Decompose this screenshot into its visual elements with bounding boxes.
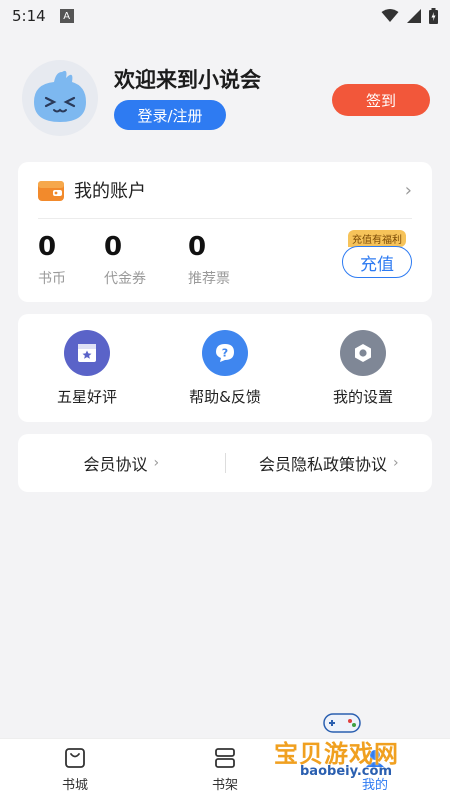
battery-icon: [429, 8, 438, 24]
menu-label: 帮助&反馈: [189, 388, 261, 406]
login-register-button[interactable]: 登录/注册: [114, 100, 226, 130]
stat-vouchers[interactable]: 0 代金券: [104, 232, 146, 288]
menu-item-rate[interactable]: 五星好评: [18, 314, 156, 422]
stat-recommend-tickets[interactable]: 0 推荐票: [188, 232, 230, 288]
signal-icon: [407, 9, 421, 23]
watermark-url: baobeiy.com: [300, 764, 392, 779]
tab-label: 书城: [61, 778, 88, 793]
sign-in-button[interactable]: 签到: [332, 84, 430, 116]
tab-label: 书架: [211, 778, 238, 793]
watermark-logo: 宝贝游戏网 baobeiy.com: [272, 708, 422, 788]
help-question-icon: ?: [202, 330, 248, 376]
svg-text:?: ?: [222, 347, 228, 360]
menu-item-settings[interactable]: 我的设置: [294, 314, 432, 422]
divider: [38, 218, 412, 219]
chevron-right-icon: ›: [392, 455, 399, 471]
recharge-promo-badge: 充值有福利: [348, 230, 406, 247]
notification-a-icon: A: [59, 9, 74, 23]
member-agreement-link[interactable]: 会员协议 ›: [18, 451, 225, 475]
account-title: 我的账户: [74, 181, 146, 202]
star-ticket-icon: [64, 330, 110, 376]
privacy-policy-link[interactable]: 会员隐私政策协议 ›: [226, 451, 433, 475]
shortcut-menu-card: 五星好评 ? 帮助&反馈 我的设置: [18, 314, 432, 422]
recharge-button[interactable]: 充值: [342, 246, 412, 278]
chevron-right-icon: ›: [153, 455, 160, 471]
tab-bookstore[interactable]: 书城: [0, 739, 150, 800]
stat-coins[interactable]: 0 书币: [38, 232, 66, 288]
stat-value: 0: [188, 232, 207, 262]
bookshelf-icon: [215, 748, 235, 768]
stat-label: 推荐票: [188, 271, 230, 287]
account-header-row[interactable]: 我的账户 ›: [18, 162, 432, 218]
stat-label: 代金券: [104, 271, 146, 287]
account-card: 我的账户 › 0 书币 0 代金券 0 推荐票 充值有福利 充值: [18, 162, 432, 302]
wifi-icon: [381, 9, 399, 22]
agreements-card: 会员协议 › 会员隐私政策协议 ›: [18, 434, 432, 492]
chevron-right-icon: ›: [404, 179, 412, 201]
agreement-label: 会员协议: [83, 455, 148, 474]
wallet-icon: [38, 181, 64, 201]
avatar[interactable]: [22, 60, 98, 136]
stat-value: 0: [38, 232, 57, 262]
menu-item-help[interactable]: ? 帮助&反馈: [156, 314, 294, 422]
agreement-label: 会员隐私政策协议: [258, 455, 387, 474]
menu-label: 我的设置: [332, 388, 393, 406]
bookstore-bag-icon: [65, 748, 85, 768]
status-right-group: [381, 8, 438, 24]
status-time: 5:14: [12, 7, 46, 25]
menu-label: 五星好评: [56, 388, 117, 406]
stat-value: 0: [104, 232, 123, 262]
stat-label: 书币: [38, 271, 66, 287]
gamepad-icon: [323, 713, 361, 733]
status-bar: 5:14 A: [0, 0, 450, 32]
mascot-avatar-icon: [34, 70, 86, 122]
welcome-title: 欢迎来到小说会: [114, 68, 261, 92]
profile-header: 欢迎来到小说会 登录/注册 签到: [0, 52, 450, 152]
settings-hex-icon: [340, 330, 386, 376]
